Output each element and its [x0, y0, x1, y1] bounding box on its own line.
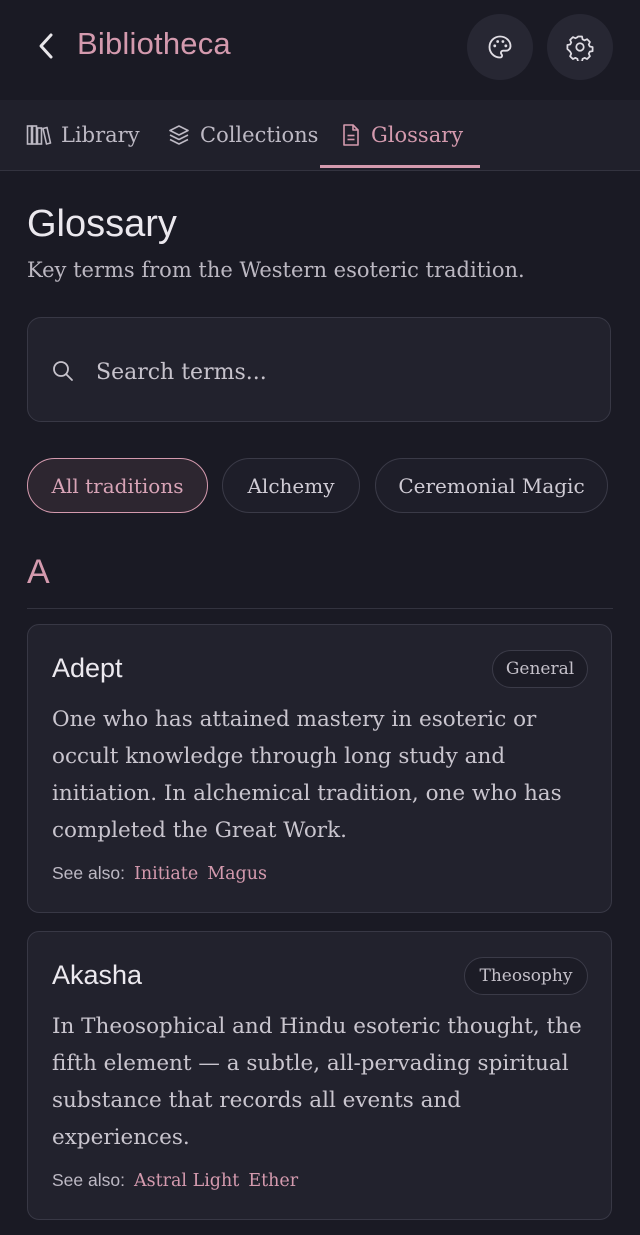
document-icon [343, 124, 359, 146]
see-also-link[interactable]: Magus [207, 864, 267, 884]
filter-chip-all-traditions[interactable]: All traditions [27, 458, 208, 513]
section-letter: A [27, 553, 50, 591]
tab-glossary[interactable]: Glossary [340, 100, 463, 170]
active-tab-indicator [320, 165, 480, 168]
books-icon [26, 125, 52, 145]
see-also-label: See also: [52, 863, 125, 883]
see-also-link[interactable]: Astral Light [134, 1171, 239, 1191]
entry-term: Adept [52, 653, 123, 683]
filter-chip-alchemy[interactable]: Alchemy [222, 458, 360, 513]
gear-icon [566, 35, 594, 61]
entry-definition: One who has attained mastery in esoteric… [52, 707, 562, 843]
back-button[interactable] [30, 28, 62, 64]
see-also-link[interactable]: Initiate [134, 864, 198, 884]
layers-icon [169, 125, 189, 145]
see-also-label: See also: [52, 1170, 125, 1190]
palette-icon [488, 35, 512, 59]
section-divider [27, 608, 613, 609]
search-box [27, 317, 611, 422]
app-title: Bibliotheca [77, 26, 231, 61]
tradition-badge: Theosophy [464, 957, 588, 995]
glossary-entry-card: Adept General One who has attained maste… [27, 624, 612, 913]
tab-collections[interactable]: Collections [167, 100, 318, 170]
theme-button[interactable] [467, 14, 533, 80]
filter-chip-ceremonial-magic[interactable]: Ceremonial Magic [375, 458, 608, 513]
search-icon [53, 361, 73, 381]
tab-bar: Library Collections Glossary [0, 100, 640, 171]
see-also: See also: Initiate Magus [52, 863, 267, 884]
tab-library-label: Library [61, 123, 140, 147]
search-input[interactable] [94, 354, 578, 390]
see-also: See also: Astral Light Ether [52, 1170, 298, 1191]
page-subtitle: Key terms from the Western esoteric trad… [27, 258, 525, 282]
settings-button[interactable] [547, 14, 613, 80]
tab-collections-label: Collections [200, 123, 319, 147]
chevron-left-icon [39, 33, 53, 59]
page-title: Glossary [27, 203, 177, 245]
tab-glossary-label: Glossary [371, 123, 464, 147]
tab-library[interactable]: Library [26, 100, 140, 170]
see-also-link[interactable]: Ether [248, 1171, 298, 1191]
glossary-entry-card: Akasha Theosophy In Theosophical and Hin… [27, 931, 612, 1220]
entry-term: Akasha [52, 960, 143, 990]
tradition-badge: General [492, 650, 588, 688]
app-header: Bibliotheca [0, 0, 640, 100]
entry-definition: In Theosophical and Hindu esoteric thoug… [52, 1014, 582, 1150]
